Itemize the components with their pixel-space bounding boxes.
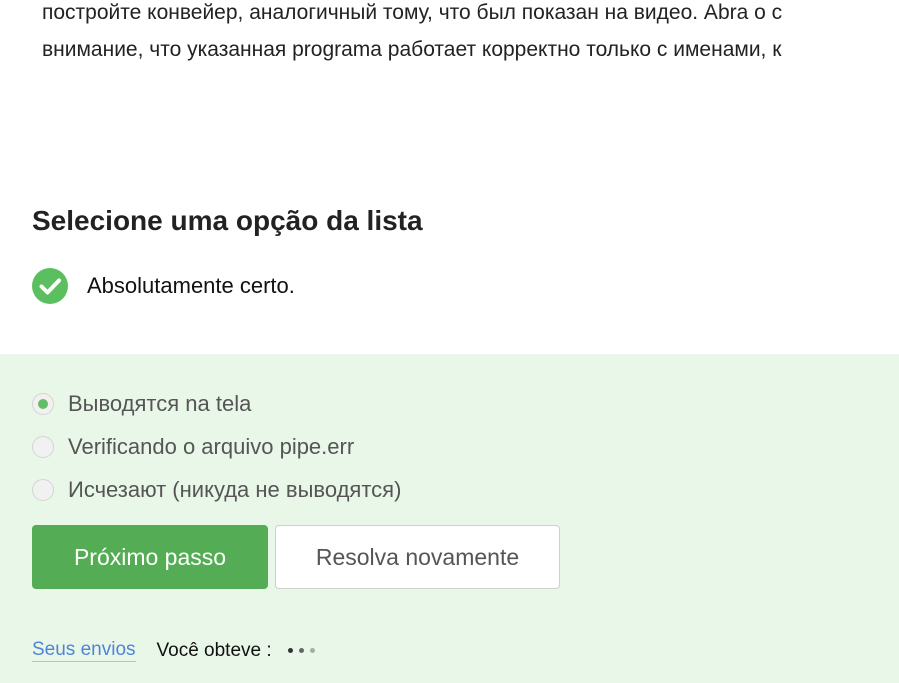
- check-circle-icon: [32, 268, 68, 304]
- loading-dots-icon: [287, 648, 321, 653]
- quiz-title: Selecione uma opção da lista: [32, 205, 423, 236]
- option-label: Выводятся na tela: [68, 390, 252, 416]
- option-1[interactable]: Выводятся na tela: [32, 382, 401, 425]
- option-3[interactable]: Исчезают (никуда не выводятся): [32, 468, 401, 511]
- feedback-text: Absolutamente certo.: [87, 273, 295, 298]
- options-list: Выводятся na tela Verificando o arquivo …: [32, 382, 401, 511]
- score-label: Você obteve :: [156, 639, 272, 661]
- option-label: Verificando o arquivo pipe.err: [68, 433, 355, 459]
- loading-dot: [298, 648, 304, 653]
- submissions-link[interactable]: Seus envios: [32, 639, 136, 662]
- answer-panel: Выводятся na tela Verificando o arquivo …: [0, 354, 899, 683]
- lesson-line: постройте конвейер, аналогичный тому, чт…: [42, 1, 783, 24]
- radio-button[interactable]: [32, 435, 54, 458]
- lesson-line: внимание, что указанная programa работае…: [42, 38, 782, 61]
- radio-button[interactable]: [32, 478, 54, 501]
- option-label: Исчезают (никуда не выводятся): [68, 476, 402, 502]
- solve-again-button[interactable]: Resolva novamente: [275, 525, 560, 589]
- next-step-button[interactable]: Próximo passo: [32, 525, 268, 589]
- option-2[interactable]: Verificando o arquivo pipe.err: [32, 425, 401, 468]
- feedback-correct: Absolutamente certo.: [32, 268, 295, 304]
- loading-dot: [309, 648, 315, 653]
- loading-dot: [287, 648, 293, 653]
- lesson-text: постройте конвейер, аналогичный тому, чт…: [42, 0, 899, 68]
- radio-button-selected[interactable]: [32, 392, 54, 415]
- submission-footer: Seus envios Você obteve :: [32, 639, 321, 662]
